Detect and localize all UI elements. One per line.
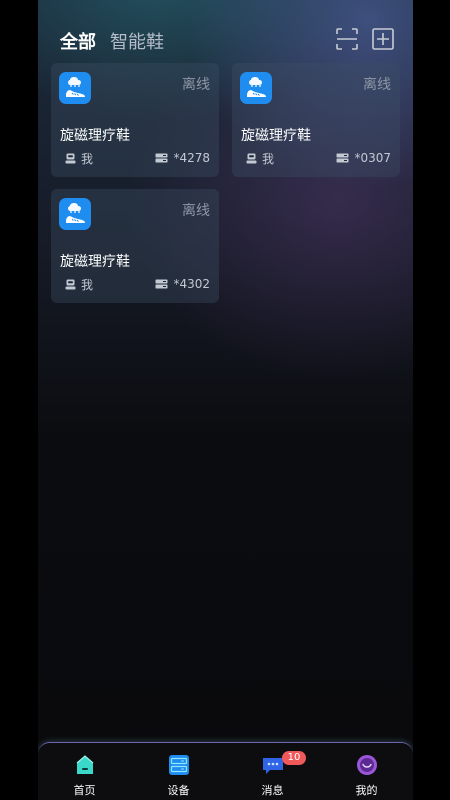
- owner-info: 我: [65, 277, 94, 292]
- status-label: 离线: [182, 77, 210, 93]
- status-label: 离线: [363, 77, 391, 93]
- nav-home-label: 首页: [73, 784, 96, 797]
- serial-number: *0307: [354, 151, 391, 165]
- serial-number-icon: [336, 153, 349, 163]
- device-name: 旋磁理疗鞋: [60, 128, 130, 144]
- serial-info: *0307: [336, 151, 391, 165]
- profile-icon: [356, 754, 378, 776]
- scan-icon[interactable]: [335, 27, 359, 51]
- owner-text: 我: [262, 151, 275, 166]
- add-device-icon[interactable]: [371, 27, 395, 51]
- owner-info: 我: [246, 151, 275, 166]
- owner-text: 我: [81, 151, 94, 166]
- status-label: 离线: [182, 203, 210, 219]
- user-icon: [246, 153, 257, 163]
- serial-info: *4302: [155, 277, 210, 291]
- nav-profile-label: 我的: [355, 784, 378, 797]
- tab-smart-shoe[interactable]: 智能鞋: [110, 28, 164, 54]
- user-icon: [65, 153, 76, 163]
- nav-messages-label: 消息: [261, 784, 284, 797]
- nav-home[interactable]: 首页: [38, 744, 131, 800]
- device-name: 旋磁理疗鞋: [60, 254, 130, 270]
- message-icon: [262, 754, 284, 776]
- shoe-icon: [240, 72, 272, 104]
- nav-device[interactable]: 设备: [132, 744, 225, 800]
- user-icon: [65, 279, 76, 289]
- top-bar: 全部 智能鞋: [38, 24, 413, 56]
- shoe-icon: [59, 198, 91, 230]
- bottom-nav: 首页 设备 10 消息 我的: [38, 743, 413, 800]
- device-icon: [168, 754, 190, 776]
- nav-device-label: 设备: [167, 784, 190, 797]
- serial-number-icon: [155, 279, 168, 289]
- device-card[interactable]: 离线 旋磁理疗鞋 我 *0307: [232, 63, 400, 177]
- device-card[interactable]: 离线 旋磁理疗鞋 我 *4278: [51, 63, 219, 177]
- serial-number: *4302: [173, 277, 210, 291]
- unread-badge: 10: [282, 751, 306, 765]
- tab-all[interactable]: 全部: [60, 28, 96, 54]
- shoe-icon: [59, 72, 91, 104]
- serial-number-icon: [155, 153, 168, 163]
- device-name: 旋磁理疗鞋: [241, 128, 311, 144]
- device-card[interactable]: 离线 旋磁理疗鞋 我 *4302: [51, 189, 219, 303]
- device-list-screen: 全部 智能鞋 离线 旋磁理疗鞋 我 *4278 离线 旋磁理疗鞋 我 *0307…: [38, 0, 413, 800]
- owner-info: 我: [65, 151, 94, 166]
- nav-profile[interactable]: 我的: [320, 744, 413, 800]
- home-icon: [74, 754, 96, 776]
- owner-text: 我: [81, 277, 94, 292]
- serial-number: *4278: [173, 151, 210, 165]
- serial-info: *4278: [155, 151, 210, 165]
- nav-messages[interactable]: 10 消息: [226, 744, 319, 800]
